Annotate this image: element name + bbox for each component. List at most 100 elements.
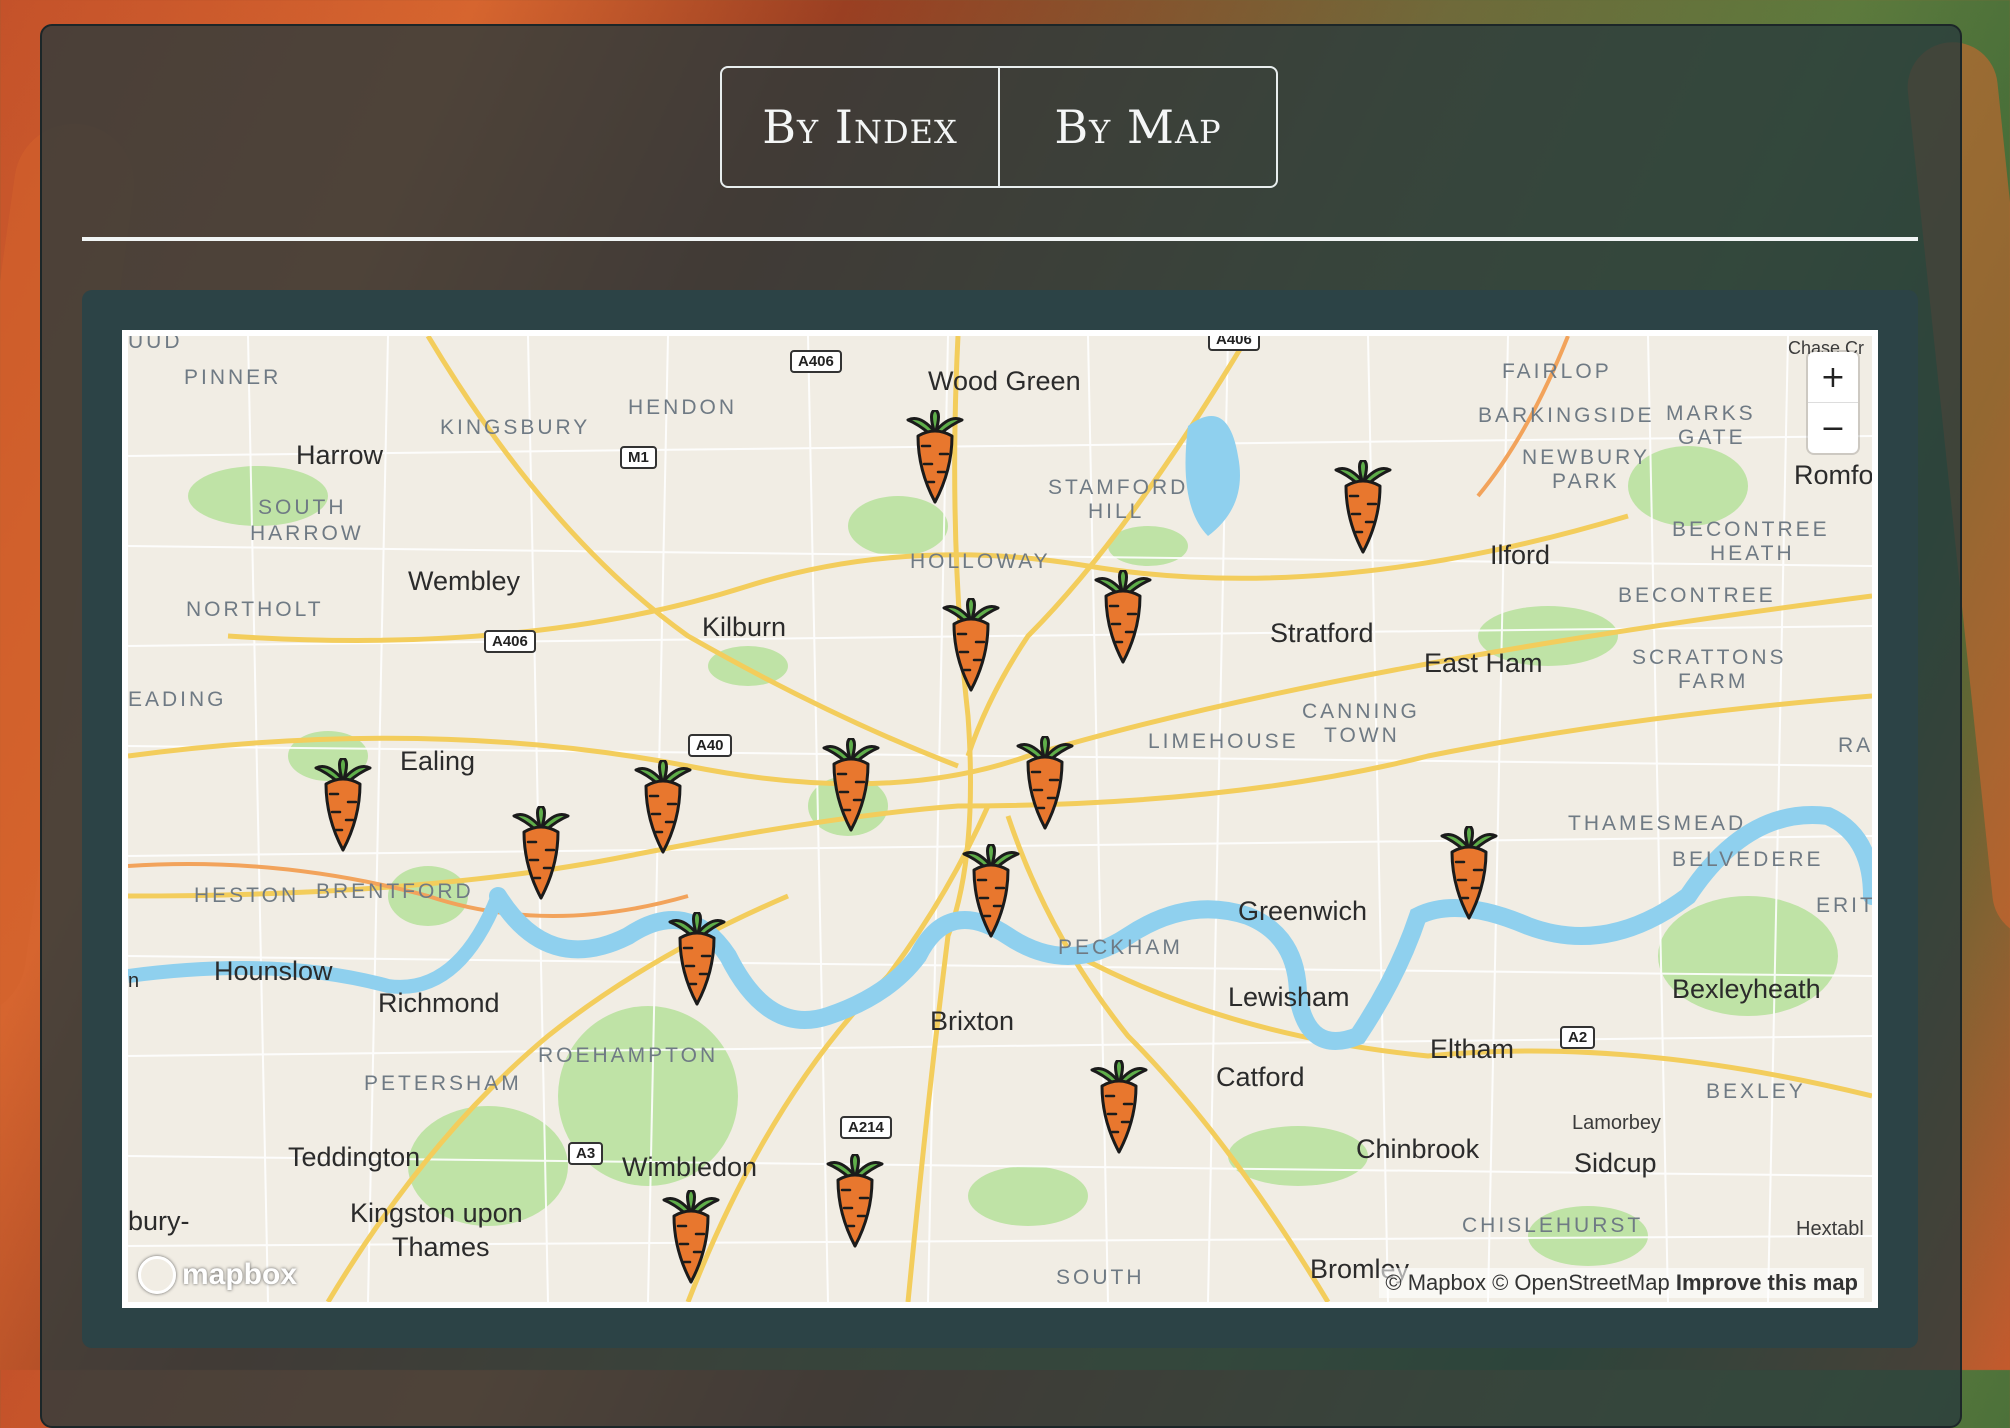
district-label: HESTON [194,884,300,907]
district-label: UUD [128,330,183,353]
place-label: Ealing [400,746,476,776]
carrot-icon [1334,460,1392,554]
district-label: BARKINGSIDE [1478,404,1655,427]
district-label: CHISLEHURST [1462,1214,1644,1237]
district-label: BRENTFORD [316,880,474,903]
place-label: East Ham [1424,648,1543,678]
map-view[interactable]: Wood Green Harrow Wembley Kilburn Ealing… [122,330,1878,1308]
place-label: n [128,970,140,992]
district-label: GATE [1678,426,1746,449]
zoom-control: + − [1808,352,1858,453]
view-toggle: By Index By Map [720,66,1278,188]
place-label: Stratford [1270,618,1374,648]
carrot-marker[interactable] [628,760,698,856]
place-label: Thames [392,1232,490,1262]
tab-by-index[interactable]: By Index [722,68,998,186]
place-label: Chinbrook [1356,1134,1480,1164]
carrot-marker[interactable] [956,844,1026,940]
carrot-marker[interactable] [1010,736,1080,832]
carrot-icon [1440,826,1498,920]
district-label: ROEHAMPTON [538,1044,719,1067]
carrot-icon [906,410,964,504]
district-label: EADING [128,688,227,711]
district-label: HARROW [250,522,364,545]
district-label: NORTHOLT [186,598,324,621]
road-shield: A3 [568,1142,604,1165]
road-shield: A2 [1560,1026,1596,1049]
carrot-icon [1094,570,1152,664]
carrot-marker[interactable] [1084,1060,1154,1156]
place-label: Kingston upon [350,1198,523,1228]
district-label: SOUTH [1056,1266,1145,1289]
place-label: Wembley [408,566,521,596]
district-label: PARK [1552,470,1620,493]
carrot-icon [826,1154,884,1248]
district-label: BECONTREE [1672,518,1830,541]
district-label: HOLLOWAY [910,550,1051,573]
carrot-marker[interactable] [936,598,1006,694]
zoom-out-button[interactable]: − [1808,402,1858,453]
district-label: THAMESMEAD [1568,812,1747,835]
place-label: Hounslow [214,956,333,986]
district-label: HILL [1088,500,1145,523]
carrot-icon [314,758,372,852]
carrot-marker[interactable] [662,912,732,1008]
place-label: Catford [1216,1062,1305,1092]
district-label: SOUTH [258,496,347,519]
mapbox-logo[interactable]: mapbox [138,1256,297,1294]
district-label: FAIRLOP [1502,360,1612,383]
carrot-marker[interactable] [1328,460,1398,556]
divider [82,237,1918,241]
road-shield: A214 [840,1116,892,1139]
district-label: MARKS [1666,402,1756,425]
carrot-icon [662,1190,720,1284]
carrot-icon [668,912,726,1006]
road-shield: A406 [790,350,842,373]
attribution-text[interactable]: © Mapbox © OpenStreetMap [1385,1270,1669,1295]
district-label: ERITI [1816,894,1878,917]
place-label: bury- [128,1206,190,1236]
district-label: RA [1838,734,1874,757]
district-label: BECONTREE [1618,584,1776,607]
place-label: Wood Green [928,366,1081,396]
carrot-icon [822,738,880,832]
carrot-icon [634,760,692,854]
place-label: Sidcup [1574,1148,1657,1178]
road-shield: A40 [688,734,732,757]
carrot-marker[interactable] [1434,826,1504,922]
district-label: HEATH [1710,542,1795,565]
carrot-marker[interactable] [900,410,970,506]
carrot-marker[interactable] [816,738,886,834]
district-label: KINGSBURY [440,416,591,439]
carrot-marker[interactable] [820,1154,890,1250]
carrot-icon [512,806,570,900]
place-label: Hextabl [1796,1218,1864,1240]
road-shield: A406 [1208,336,1260,351]
improve-map-link[interactable]: Improve this map [1676,1270,1858,1295]
carrot-marker[interactable] [1088,570,1158,666]
district-label: SCRATTONS [1632,646,1787,669]
carrot-marker[interactable] [506,806,576,902]
place-label: Greenwich [1238,896,1368,926]
place-label: Romfo [1794,460,1874,490]
place-label: Kilburn [702,612,787,642]
district-label: HENDON [628,396,738,419]
district-label: STAMFORD [1048,476,1189,499]
carrot-icon [962,844,1020,938]
carrot-marker[interactable] [308,758,378,854]
place-label: Wimbledon [622,1152,758,1182]
district-label: FARM [1678,670,1749,693]
place-label: Teddington [288,1142,421,1172]
district-label: PECKHAM [1058,936,1183,959]
place-label: Eltham [1430,1034,1515,1064]
carrot-icon [1016,736,1074,830]
district-label: LIMEHOUSE [1148,730,1299,753]
district-label: BEXLEY [1706,1080,1806,1103]
carrot-marker[interactable] [656,1190,726,1286]
zoom-in-button[interactable]: + [1808,352,1858,402]
tab-by-map[interactable]: By Map [998,68,1276,186]
district-label: PETERSHAM [364,1072,522,1095]
place-label: Bexleyheath [1672,974,1821,1004]
place-label: Brixton [930,1006,1015,1036]
district-label: PINNER [184,366,282,389]
